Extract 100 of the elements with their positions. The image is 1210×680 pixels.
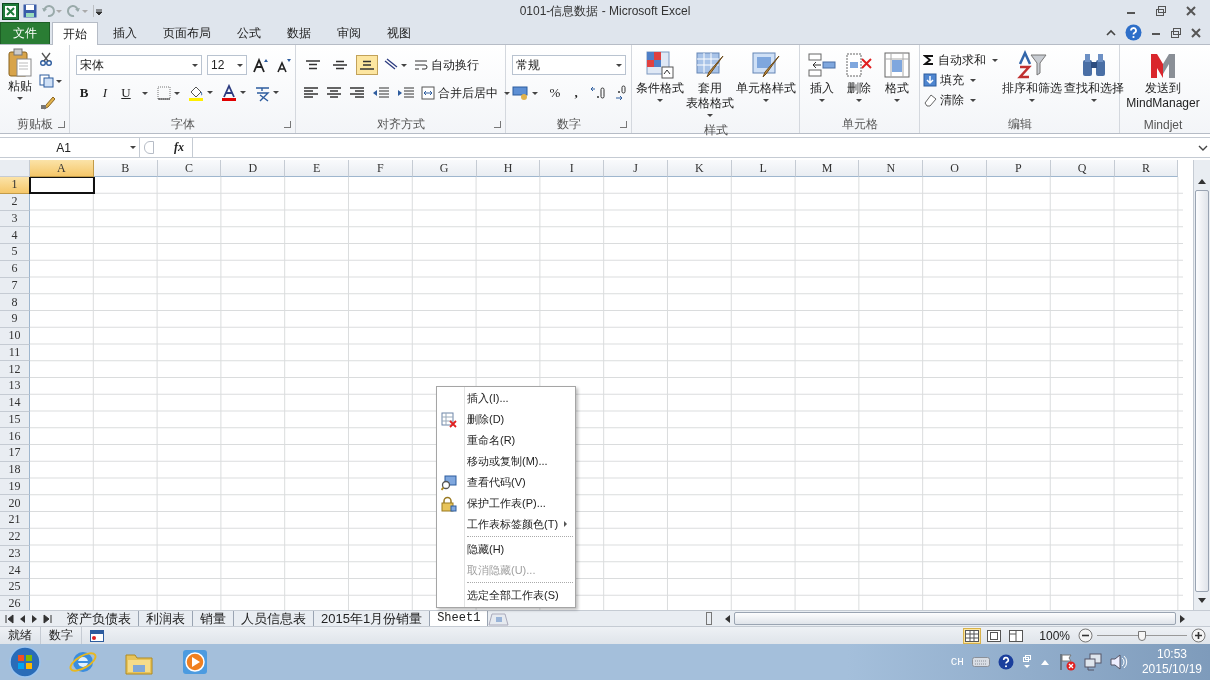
- scroll-thumb[interactable]: [734, 612, 1176, 625]
- save-icon[interactable]: [23, 4, 37, 18]
- active-cell[interactable]: [29, 177, 95, 194]
- scroll-thumb[interactable]: [1195, 190, 1209, 592]
- column-header[interactable]: P: [986, 160, 1051, 177]
- row-header[interactable]: 25: [0, 579, 30, 596]
- close-icon[interactable]: [1190, 26, 1202, 39]
- column-header[interactable]: M: [795, 160, 860, 177]
- column-header[interactable]: O: [923, 160, 987, 177]
- column-header[interactable]: I: [540, 160, 605, 177]
- font-color-icon[interactable]: [220, 84, 248, 102]
- bottom-align-button[interactable]: [356, 55, 378, 75]
- menu-item[interactable]: 重命名(R): [437, 430, 575, 451]
- wrap-text-button[interactable]: 自动换行: [414, 55, 479, 75]
- zoom-level[interactable]: 100%: [1039, 628, 1070, 643]
- ribbon-button[interactable]: 查找和选择: [1063, 48, 1125, 107]
- ribbon-button[interactable]: 套用 表格格式: [685, 48, 735, 122]
- zoom-out-icon[interactable]: [1078, 628, 1093, 643]
- help-icon[interactable]: [1125, 24, 1142, 41]
- column-header[interactable]: C: [157, 160, 222, 177]
- column-header[interactable]: N: [859, 160, 924, 177]
- phonetic-guide-icon[interactable]: [253, 84, 281, 102]
- align-right-icon[interactable]: [348, 86, 366, 100]
- media-player-icon[interactable]: [180, 647, 210, 677]
- bold-button[interactable]: B: [76, 84, 92, 102]
- last-sheet-icon[interactable]: [43, 613, 53, 624]
- ribbon-button[interactable]: 条件格式: [635, 48, 685, 107]
- row-header[interactable]: 5: [0, 244, 30, 261]
- ribbon-tab[interactable]: 审阅: [326, 22, 372, 44]
- flag-error-icon[interactable]: [1057, 653, 1076, 671]
- comma-style-button[interactable]: ,: [568, 84, 584, 102]
- column-header[interactable]: H: [476, 160, 541, 177]
- resize-handle[interactable]: [144, 141, 154, 154]
- ribbon-button[interactable]: 清除: [923, 90, 1001, 110]
- ribbon-tab[interactable]: 页面布局: [152, 22, 222, 44]
- column-header[interactable]: L: [731, 160, 796, 177]
- dialog-launcher-icon[interactable]: [494, 121, 501, 128]
- ribbon-button[interactable]: 填充: [923, 70, 1001, 90]
- font-name-field[interactable]: 宋体: [76, 55, 202, 75]
- restore-icon[interactable]: [1170, 26, 1182, 39]
- ribbon-button[interactable]: 单元格样式: [735, 48, 797, 107]
- column-header[interactable]: D: [221, 160, 286, 177]
- row-header[interactable]: 17: [0, 445, 30, 462]
- macro-record-icon[interactable]: [90, 629, 104, 642]
- merge-center-button[interactable]: 合并后居中: [421, 83, 513, 103]
- network-icon[interactable]: [1083, 653, 1102, 671]
- layout-view-button[interactable]: [985, 627, 1004, 644]
- insert-function-button[interactable]: fx: [174, 140, 184, 155]
- ribbon-button[interactable]: 插入: [805, 48, 838, 107]
- column-header[interactable]: G: [412, 160, 477, 177]
- percent-button[interactable]: %: [547, 84, 563, 102]
- column-header[interactable]: R: [1114, 160, 1179, 177]
- zoom-in-icon[interactable]: [1191, 628, 1206, 643]
- menu-item[interactable]: 选定全部工作表(S): [437, 581, 575, 606]
- ribbon-button[interactable]: 自动求和: [923, 50, 1001, 70]
- menu-item[interactable]: 删除(D): [437, 409, 575, 430]
- decrease-indent-icon[interactable]: [371, 86, 391, 100]
- font-size-field[interactable]: 12: [207, 55, 247, 75]
- underline-button[interactable]: U: [118, 84, 134, 102]
- dialog-launcher-icon[interactable]: [620, 121, 627, 128]
- menu-item[interactable]: 移动或复制(M)...: [437, 451, 575, 472]
- start-button[interactable]: [8, 645, 42, 679]
- ribbon-tab[interactable]: 视图: [376, 22, 422, 44]
- increase-indent-icon[interactable]: [396, 86, 416, 100]
- customize-toolbar-icon[interactable]: [93, 4, 103, 18]
- column-header[interactable]: A: [30, 160, 94, 177]
- dialog-launcher-icon[interactable]: [284, 121, 291, 128]
- format-painter-icon[interactable]: [39, 96, 56, 110]
- column-header[interactable]: Q: [1050, 160, 1115, 177]
- ribbon-button[interactable]: 排序和筛选: [1001, 48, 1063, 107]
- column-header[interactable]: F: [349, 160, 413, 177]
- first-sheet-icon[interactable]: [4, 613, 14, 624]
- menu-item[interactable]: 保护工作表(P)...: [437, 493, 575, 514]
- column-header[interactable]: B: [93, 160, 158, 177]
- paste-button[interactable]: 粘贴: [5, 48, 34, 105]
- ribbon-tab[interactable]: 插入: [102, 22, 148, 44]
- name-box[interactable]: A1: [0, 138, 140, 157]
- row-header[interactable]: 9: [0, 311, 30, 328]
- break-view-button[interactable]: [1007, 627, 1026, 644]
- row-header[interactable]: 21: [0, 512, 30, 529]
- column-header[interactable]: E: [285, 160, 349, 177]
- column-header[interactable]: K: [667, 160, 732, 177]
- normal-view-button[interactable]: [963, 627, 982, 644]
- scissors-icon[interactable]: [39, 52, 54, 66]
- slider-thumb[interactable]: [1138, 630, 1146, 641]
- column-header[interactable]: J: [604, 160, 668, 177]
- row-header[interactable]: 24: [0, 562, 30, 579]
- dialog-launcher-icon[interactable]: [58, 121, 65, 128]
- ribbon-button[interactable]: 格式: [881, 48, 914, 107]
- ribbon-tab[interactable]: 公式: [226, 22, 272, 44]
- expand-formula-bar-icon[interactable]: [1198, 143, 1208, 152]
- italic-button[interactable]: I: [97, 84, 113, 102]
- align-center-icon[interactable]: [325, 86, 343, 100]
- file-tab[interactable]: 文件: [0, 22, 50, 44]
- row-header[interactable]: 8: [0, 294, 30, 311]
- row-header[interactable]: 13: [0, 378, 30, 395]
- number-format-field[interactable]: 常规: [512, 55, 626, 75]
- grow-font-icon[interactable]: [252, 57, 270, 73]
- split-handle[interactable]: [706, 612, 712, 625]
- sheet-tab[interactable]: Sheet1: [430, 611, 489, 626]
